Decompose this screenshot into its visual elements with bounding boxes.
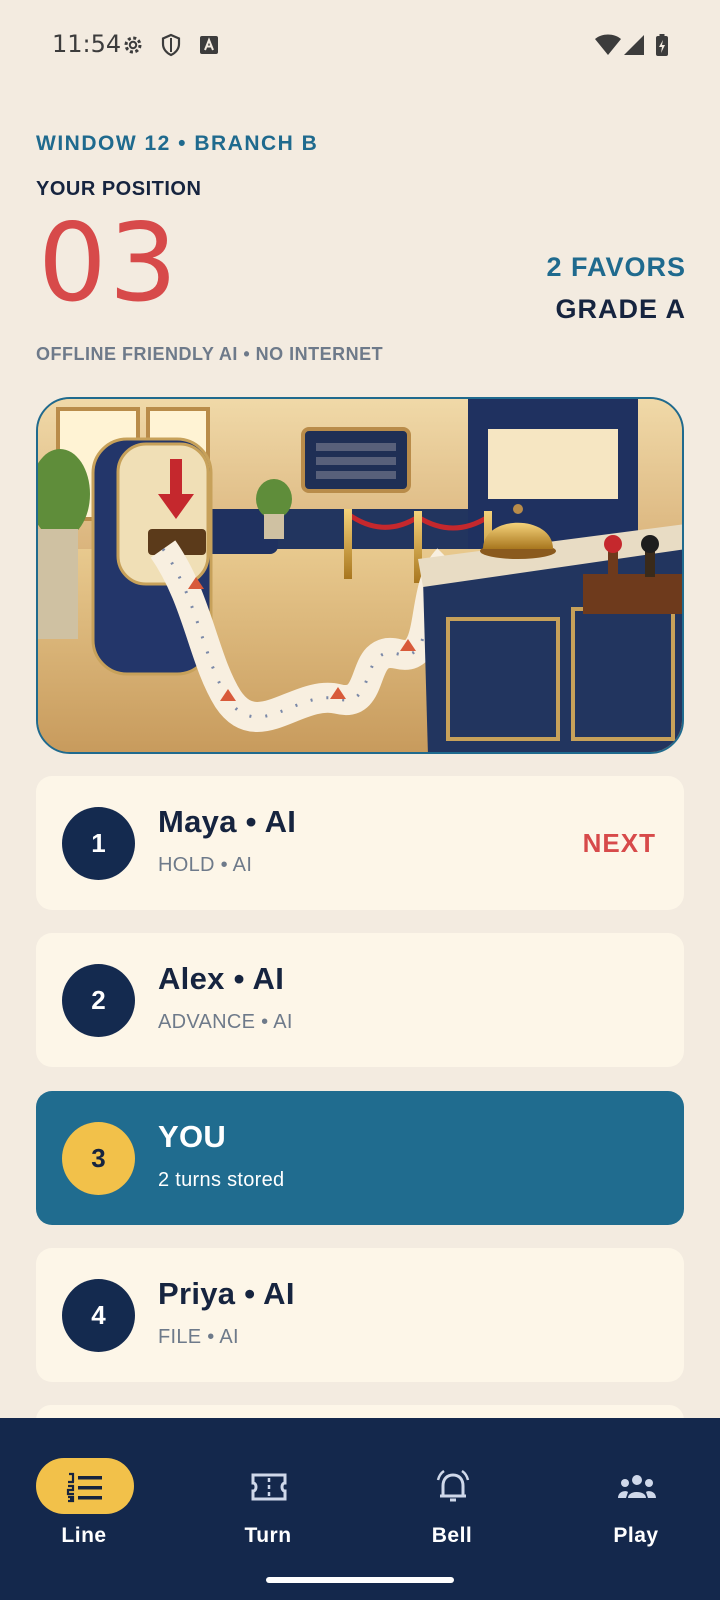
ticket-icon: [251, 1473, 287, 1501]
queue-status: FILE • AI: [158, 1326, 239, 1348]
nav-label: Turn: [244, 1524, 292, 1547]
queue-number-badge: 1: [62, 807, 135, 880]
cellular-signal-icon: [624, 35, 644, 55]
queue-status: ADVANCE • AI: [158, 1011, 293, 1033]
queue-card-you[interactable]: 3 YOU 2 turns stored: [36, 1091, 684, 1225]
queue-name: Maya • AI: [158, 804, 297, 839]
nav-tab-bell[interactable]: Bell: [377, 1438, 527, 1548]
window-branch-label: WINDOW 12 • BRANCH B: [36, 132, 319, 155]
grade-label: GRADE A: [555, 294, 686, 324]
offline-note: OFFLINE FRIENDLY AI • NO INTERNET: [36, 344, 384, 364]
nav-label: Play: [613, 1524, 659, 1547]
nav-tab-play[interactable]: Play: [561, 1438, 711, 1548]
queue-name: Priya • AI: [158, 1276, 295, 1311]
position-number: 03: [38, 201, 180, 326]
status-bar: 11:54: [0, 0, 720, 92]
queue-number-badge: 2: [62, 964, 135, 1037]
battery-charging-icon: [656, 34, 668, 56]
bottom-navigation: Line Turn Bell Play: [0, 1418, 720, 1600]
queue-number-badge: 4: [62, 1279, 135, 1352]
keyboard-a-icon: [200, 36, 218, 54]
queue-name: YOU: [158, 1119, 227, 1154]
group-icon: [618, 1475, 656, 1498]
lobby-scene: [38, 399, 682, 752]
position-label: YOUR POSITION: [36, 178, 202, 200]
queue-card-4[interactable]: 4 Priya • AI FILE • AI: [36, 1248, 684, 1382]
queue-card-1[interactable]: 1 Maya • AI HOLD • AI NEXT: [36, 776, 684, 910]
settings-gear-icon: [124, 36, 142, 54]
nav-label: Bell: [431, 1524, 473, 1547]
queue-number-badge: 3: [62, 1122, 135, 1195]
status-time: 11:54: [52, 30, 122, 58]
nav-tab-turn[interactable]: Turn: [193, 1438, 343, 1548]
list-numbered-icon: [66, 1472, 102, 1503]
nav-label: Line: [61, 1524, 107, 1547]
queue-status: 2 turns stored: [158, 1169, 285, 1191]
shield-icon: [161, 33, 181, 57]
position-header: WINDOW 12 • BRANCH B YOUR POSITION 03 2 …: [36, 132, 686, 364]
queue-card-2[interactable]: 2 Alex • AI ADVANCE • AI: [36, 933, 684, 1067]
next-badge: NEXT: [582, 828, 656, 858]
nav-tab-line[interactable]: Line: [9, 1438, 159, 1548]
home-indicator[interactable]: [266, 1577, 454, 1583]
wifi-icon: [595, 34, 621, 55]
queue-status: HOLD • AI: [158, 854, 253, 876]
favors-count: 2 FAVORS: [546, 252, 686, 282]
bell-icon: [436, 1470, 470, 1502]
queue-name: Alex • AI: [158, 961, 285, 996]
queue-lobby-illustration: [36, 397, 684, 754]
